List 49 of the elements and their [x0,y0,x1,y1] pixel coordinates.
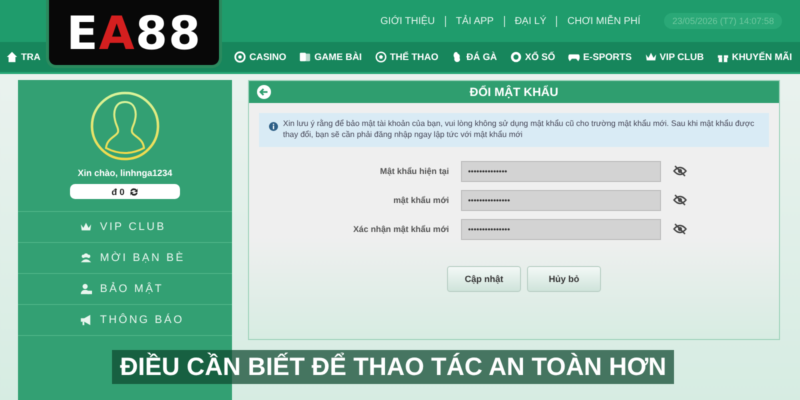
datetime-display: 23/05/2026 (T7) 14:07:58 [664,13,782,29]
eye-slash-icon[interactable] [673,165,687,178]
back-arrow-icon[interactable] [257,85,271,99]
form-button[interactable]: Hủy bỏ [527,266,601,292]
nav-item[interactable]: CASINO [234,51,286,63]
cards-icon [299,51,312,63]
people-icon [80,252,92,264]
top-link[interactable]: ĐẠI LÝ [514,16,546,26]
nav-item[interactable]: ĐÁ GÀ [451,51,497,63]
logo-text: EA88 [66,6,202,60]
top-link[interactable]: GIỚI THIỆU [380,16,435,26]
nav-item[interactable]: THỂ THAO [374,51,438,63]
sidebar-item[interactable]: MỜI BẠN BÈ [18,243,232,274]
info-icon [269,122,278,131]
password-field[interactable]: ••••••••••••••• [461,218,661,240]
top-link[interactable]: TẢI APP [456,16,494,26]
nav-item[interactable]: VIP CLUB [644,51,704,63]
headline-text: ĐIỀU CẦN BIẾT ĐỂ THAO TÁC AN TOÀN HƠN [112,350,674,384]
field-label: Xác nhận mật khẩu mới [352,224,449,234]
eye-slash-icon[interactable] [673,194,687,206]
password-field[interactable]: ••••••••••••••• [461,190,661,211]
logo-badge[interactable]: EA88 [46,0,222,68]
soccer-ball-icon [374,51,387,63]
megaphone-icon [80,314,92,326]
crown-icon [644,51,657,63]
nav-item[interactable]: KHUYẾN MÃI [716,51,792,63]
balance-pill: đ 0 [70,184,180,199]
notice-text: Xin lưu ý rằng để bảo mật tài khoản của bạn, vui lòng không sử dụng mật khẩu cũ cho trường mật khẩu mới. Sau khi mật khẩu được thay đổi, bạn sẽ cần phải đăng nhập ngay lập tức với mật khẩu mới [283,119,756,141]
nav-item[interactable]: TRA [6,51,41,63]
crown-icon [80,221,92,233]
field-label: mật khẩu mới [392,195,449,206]
nav-item[interactable]: XỔ SỐ [510,51,556,63]
password-field[interactable]: •••••••••••••• [461,160,661,182]
chip-icon [234,51,246,63]
field-label: Mật khẩu hiện tại [379,166,449,176]
nav-item[interactable]: GAME BÀI [299,51,362,63]
top-link[interactable]: CHƠI MIỄN PHÍ [567,16,640,26]
greeting-text: Xin chào, linhnga1234 [78,168,172,178]
sidebar-item[interactable]: BẢO MẬT [18,274,232,305]
refresh-icon[interactable] [128,186,138,196]
lottery-ball-icon [510,51,522,63]
panel-title: ĐỔI MẬT KHẨU [468,85,560,99]
house-icon [6,51,18,63]
avatar-silhouette-icon [89,90,161,162]
sidebar-item[interactable]: VIP CLUB [18,212,232,243]
nav-item[interactable]: E-SPORTS [568,51,632,63]
sidebar-item[interactable]: THÔNG BÁO [18,305,232,336]
form-button[interactable]: Cập nhật [447,266,521,292]
eye-slash-icon[interactable] [673,223,687,236]
